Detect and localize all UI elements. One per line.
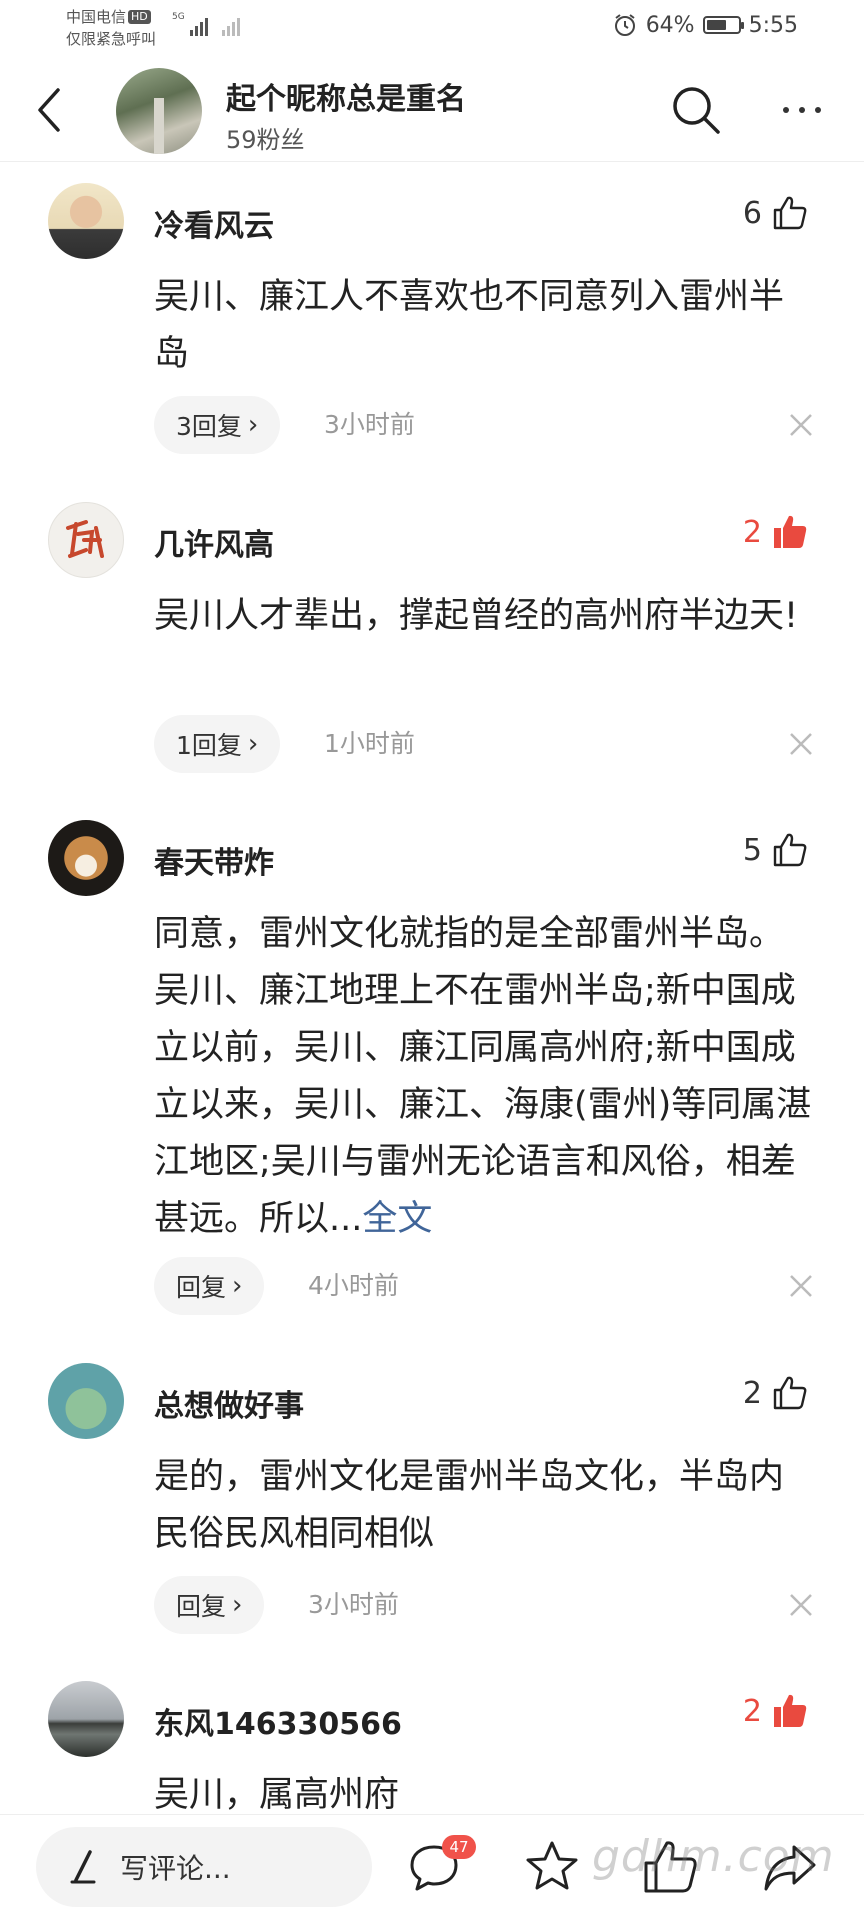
commenter-avatar[interactable] bbox=[48, 1363, 124, 1439]
watermark-text: gdhm.com bbox=[592, 1831, 835, 1882]
view-replies-button[interactable]: 3回复 › bbox=[154, 396, 281, 454]
close-icon[interactable] bbox=[788, 1273, 814, 1299]
commenter-name[interactable]: 几许风高 bbox=[154, 520, 274, 564]
comment-body: 同意，雷州文化就指的是全部雷州半岛。吴川、廉江地理上不在雷州半岛;新中国成立以前… bbox=[154, 914, 812, 1239]
author-name[interactable]: 起个昵称总是重名 bbox=[226, 74, 466, 118]
battery-icon bbox=[702, 16, 744, 34]
chevron-right-icon: › bbox=[232, 1590, 243, 1620]
thumbs-up-filled-icon bbox=[774, 515, 807, 548]
chevron-right-icon: › bbox=[247, 410, 259, 440]
thumbs-up-outline-icon bbox=[773, 833, 807, 867]
comment-count-badge: 47 bbox=[442, 1835, 476, 1859]
author-avatar[interactable] bbox=[116, 68, 202, 154]
commenter-avatar[interactable] bbox=[48, 183, 124, 259]
pen-icon bbox=[70, 1850, 96, 1884]
follower-count: 59粉丝 bbox=[226, 126, 305, 154]
like-button[interactable]: 2 bbox=[743, 1693, 808, 1729]
hd-badge: HD bbox=[128, 10, 151, 24]
close-icon[interactable] bbox=[788, 731, 814, 757]
chevron-right-icon: › bbox=[232, 1271, 243, 1301]
comment-footer: 回复 › 3小时前 bbox=[154, 1576, 814, 1634]
carrier-info: 中国电信 HD 仅限紧急呼叫 bbox=[66, 6, 156, 50]
comment-time: 1小时前 bbox=[324, 729, 415, 758]
chevron-left-icon bbox=[38, 88, 60, 132]
page-header: 起个昵称总是重名 59粉丝 bbox=[0, 58, 864, 162]
bottom-action-bar: 写评论... 47 gdhm.com bbox=[0, 1814, 864, 1920]
commenter-name[interactable]: 总想做好事 bbox=[154, 1381, 304, 1425]
full-text-link[interactable]: 全文 bbox=[362, 1199, 432, 1239]
comment-time: 4小时前 bbox=[308, 1271, 399, 1300]
back-button[interactable] bbox=[26, 82, 70, 138]
comment-text: 是的，雷州文化是雷州半岛文化，半岛内民俗民风相同相似 bbox=[154, 1457, 785, 1554]
commenter-avatar[interactable] bbox=[48, 502, 124, 578]
comment-text: 吴川、廉江人不喜欢也不同意列入雷州半岛 bbox=[154, 277, 785, 374]
close-icon[interactable] bbox=[788, 412, 814, 438]
status-right: 64% 5:55 bbox=[612, 12, 798, 38]
search-button[interactable] bbox=[668, 82, 724, 138]
status-bar: 中国电信 HD 仅限紧急呼叫 5G 64% 5:55 bbox=[0, 0, 864, 58]
star-icon[interactable] bbox=[522, 1837, 582, 1897]
comment-footer: 1回复 › 1小时前 bbox=[154, 715, 814, 773]
reply-label: 回复 bbox=[176, 1592, 227, 1621]
like-count: 5 bbox=[742, 832, 762, 868]
reply-label: 回复 bbox=[176, 1273, 227, 1302]
commenter-avatar[interactable] bbox=[48, 1681, 124, 1757]
reply-count-label: 1回复 bbox=[176, 731, 242, 760]
write-comment-input[interactable]: 写评论... bbox=[36, 1827, 372, 1907]
comment-footer: 3回复 › 3小时前 bbox=[154, 396, 814, 454]
write-comment-placeholder: 写评论... bbox=[120, 1852, 231, 1885]
like-count: 2 bbox=[742, 1693, 762, 1729]
close-icon[interactable] bbox=[788, 1592, 814, 1618]
clock-time: 5:55 bbox=[748, 12, 798, 38]
thumbs-up-outline-icon bbox=[773, 1376, 807, 1410]
signal-strength-secondary-icon bbox=[222, 16, 240, 36]
reply-button[interactable]: 回复 › bbox=[154, 1257, 265, 1315]
reply-count-label: 3回复 bbox=[176, 412, 242, 441]
emergency-only-text: 仅限紧急呼叫 bbox=[66, 30, 157, 48]
commenter-name[interactable]: 冷看风云 bbox=[154, 201, 274, 245]
calligraphy-logo-icon bbox=[66, 520, 104, 558]
like-button[interactable]: 5 bbox=[743, 832, 808, 868]
like-count: 6 bbox=[742, 195, 762, 231]
like-button[interactable]: 6 bbox=[743, 195, 808, 231]
more-options-button[interactable] bbox=[770, 82, 834, 138]
chevron-right-icon: › bbox=[247, 729, 259, 759]
alarm-clock-icon bbox=[614, 14, 635, 36]
thumbs-up-filled-icon bbox=[774, 1694, 807, 1727]
comment-text: 同意，雷州文化就指的是全部雷州半岛。吴川、廉江地理上不在雷州半岛;新中国成立以前… bbox=[154, 906, 814, 1248]
like-button[interactable]: 2 bbox=[743, 514, 808, 550]
commenter-avatar[interactable] bbox=[48, 820, 124, 896]
carrier-name: 中国电信 bbox=[66, 8, 127, 26]
network-type: 5G bbox=[172, 12, 185, 22]
comment-time: 3小时前 bbox=[324, 410, 415, 439]
like-button[interactable]: 2 bbox=[743, 1375, 808, 1411]
battery-percent: 64% bbox=[645, 12, 695, 38]
comment-footer: 回复 › 4小时前 bbox=[154, 1257, 814, 1315]
like-count: 2 bbox=[742, 1375, 762, 1411]
view-replies-button[interactable]: 1回复 › bbox=[154, 715, 281, 773]
like-count: 2 bbox=[742, 514, 762, 550]
comment-time: 3小时前 bbox=[308, 1590, 399, 1619]
comment-text: 吴川人才辈出，撑起曾经的高州府半边天! bbox=[154, 596, 799, 636]
reply-button[interactable]: 回复 › bbox=[154, 1576, 265, 1634]
signal-strength-icon bbox=[190, 16, 208, 36]
commenter-name[interactable]: 东风146330566 bbox=[154, 1699, 402, 1743]
thumbs-up-outline-icon bbox=[773, 196, 807, 230]
commenter-name[interactable]: 春天带炸 bbox=[154, 838, 274, 882]
search-icon bbox=[673, 87, 720, 134]
